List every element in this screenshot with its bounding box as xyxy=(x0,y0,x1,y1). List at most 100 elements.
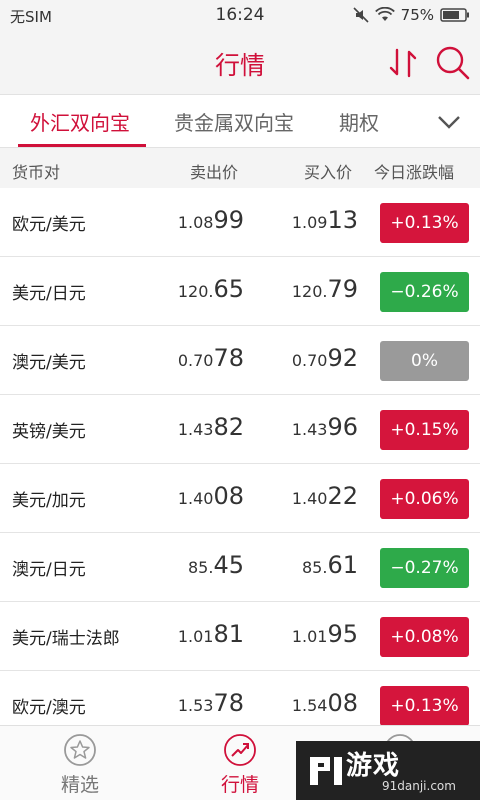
sell-price-prefix: 1.01 xyxy=(177,627,214,646)
sell-price-prefix: 1.40 xyxy=(177,489,214,508)
currency-pair: 欧元/美元 xyxy=(12,215,86,235)
sort-button[interactable] xyxy=(388,46,420,80)
category-tabs: 外汇双向宝 贵金属双向宝 期权 xyxy=(0,94,480,148)
quote-row[interactable]: 美元/瑞士法郎 1.0181 1.0195 +0.08% xyxy=(0,602,480,671)
buy-price: 1.0195 xyxy=(248,620,358,648)
buy-price: 120.79 xyxy=(248,275,358,303)
buy-price-pips: 79 xyxy=(327,275,358,303)
status-bar: 无SIM 16:24 75% xyxy=(0,0,480,32)
change-badge: −0.26% xyxy=(380,272,469,312)
buy-price-prefix: 1.09 xyxy=(291,213,328,232)
sell-price-prefix: 1.08 xyxy=(177,213,214,232)
sell-price-pips: 78 xyxy=(213,344,244,372)
currency-pair: 美元/瑞士法郎 xyxy=(12,629,120,649)
buy-price-pips: 13 xyxy=(327,206,358,234)
sell-price-prefix: 1.43 xyxy=(177,420,214,439)
battery-icon xyxy=(440,8,469,22)
column-sell: 卖出价 xyxy=(190,163,239,182)
sell-price-pips: 08 xyxy=(213,482,244,510)
column-change[interactable]: 今日涨跌幅 xyxy=(374,159,454,183)
tabs-expand-button[interactable] xyxy=(434,107,464,137)
column-pair: 货币对 xyxy=(12,163,61,182)
wifi-icon xyxy=(374,7,395,21)
quote-row[interactable]: 英镑/美元 1.4382 1.4396 +0.15% xyxy=(0,395,480,464)
buy-price: 1.4022 xyxy=(248,482,358,510)
buy-price-pips: 08 xyxy=(327,689,358,717)
nav-label-featured: 精选 xyxy=(60,774,99,796)
sell-price-prefix: 0.70 xyxy=(177,351,214,370)
battery-percent: 75% xyxy=(400,6,434,24)
buy-price-pips: 96 xyxy=(327,413,358,441)
sell-price-pips: 99 xyxy=(213,206,244,234)
star-icon xyxy=(64,734,96,766)
tab-forex[interactable]: 外汇双向宝 xyxy=(30,107,130,136)
sell-price: 1.0181 xyxy=(134,620,244,648)
buy-price: 1.4396 xyxy=(248,413,358,441)
buy-price-prefix: 1.40 xyxy=(291,489,328,508)
sell-price-pips: 82 xyxy=(213,413,244,441)
quote-row[interactable]: 美元/加元 1.4008 1.4022 +0.06% xyxy=(0,464,480,533)
buy-price-pips: 95 xyxy=(327,620,358,648)
search-icon xyxy=(436,46,470,80)
sell-price: 1.4382 xyxy=(134,413,244,441)
nav-item-market[interactable]: 行情 xyxy=(190,732,290,797)
buy-price-prefix: 1.01 xyxy=(291,627,328,646)
search-button[interactable] xyxy=(434,44,472,82)
currency-pair: 澳元/日元 xyxy=(12,560,86,580)
trend-icon xyxy=(224,734,256,766)
sell-price-prefix: 85. xyxy=(188,558,214,577)
watermark-logo-icon xyxy=(310,757,342,785)
quote-row[interactable]: 美元/日元 120.65 120.79 −0.26% xyxy=(0,257,480,326)
sell-price: 85.45 xyxy=(134,551,244,579)
nav-label-market: 行情 xyxy=(220,774,259,796)
quote-row[interactable]: 澳元/美元 0.7078 0.7092 0% xyxy=(0,326,480,395)
mute-icon xyxy=(353,7,369,23)
sell-price: 1.5378 xyxy=(134,689,244,717)
sell-price: 0.7078 xyxy=(134,344,244,372)
change-badge: +0.15% xyxy=(380,410,469,450)
change-badge: +0.13% xyxy=(380,686,469,726)
buy-price-prefix: 120. xyxy=(291,282,328,301)
watermark-text: 游戏 xyxy=(346,751,401,781)
buy-price: 1.5408 xyxy=(248,689,358,717)
tab-options[interactable]: 期权 xyxy=(339,107,379,136)
buy-price-pips: 61 xyxy=(327,551,358,579)
currency-pair: 美元/加元 xyxy=(12,491,86,511)
nav-item-featured[interactable]: 精选 xyxy=(30,732,130,797)
column-buy: 买入价 xyxy=(304,163,353,182)
change-badge: −0.27% xyxy=(380,548,469,588)
buy-price-prefix: 0.70 xyxy=(291,351,328,370)
quote-row[interactable]: 欧元/美元 1.0899 1.0913 +0.13% xyxy=(0,188,480,257)
tab-precious-metals[interactable]: 贵金属双向宝 xyxy=(174,107,294,136)
buy-price: 85.61 xyxy=(248,551,358,579)
buy-price-prefix: 85. xyxy=(302,558,328,577)
status-icons: 75% xyxy=(353,6,470,24)
change-badge: +0.13% xyxy=(380,203,469,243)
chevron-down-icon xyxy=(438,116,460,129)
quote-row[interactable]: 澳元/日元 85.45 85.61 −0.27% xyxy=(0,533,480,602)
buy-price: 0.7092 xyxy=(248,344,358,372)
watermark-url: 91danji.com xyxy=(382,779,456,793)
sell-price: 1.0899 xyxy=(134,206,244,234)
sell-price: 1.4008 xyxy=(134,482,244,510)
quote-list: 欧元/美元 1.0899 1.0913 +0.13% 美元/日元 120.65 … xyxy=(0,188,480,740)
column-header: 货币对 卖出价 买入价 今日涨跌幅 xyxy=(0,149,480,187)
buy-price: 1.0913 xyxy=(248,206,358,234)
currency-pair: 澳元/美元 xyxy=(12,353,86,373)
sell-price: 120.65 xyxy=(134,275,244,303)
change-badge: 0% xyxy=(380,341,469,381)
app-header: 行情 xyxy=(0,32,480,94)
currency-pair: 英镑/美元 xyxy=(12,422,86,442)
sell-price-pips: 45 xyxy=(213,551,244,579)
buy-price-pips: 22 xyxy=(327,482,358,510)
change-badge: +0.06% xyxy=(380,479,469,519)
sell-price-pips: 78 xyxy=(213,689,244,717)
change-badge: +0.08% xyxy=(380,617,469,657)
sell-price-prefix: 1.53 xyxy=(177,696,214,715)
currency-pair: 美元/日元 xyxy=(12,284,86,304)
active-tab-indicator xyxy=(18,144,146,147)
sell-price-pips: 81 xyxy=(213,620,244,648)
buy-price-prefix: 1.54 xyxy=(291,696,328,715)
currency-pair: 欧元/澳元 xyxy=(12,698,86,718)
sell-price-prefix: 120. xyxy=(177,282,214,301)
